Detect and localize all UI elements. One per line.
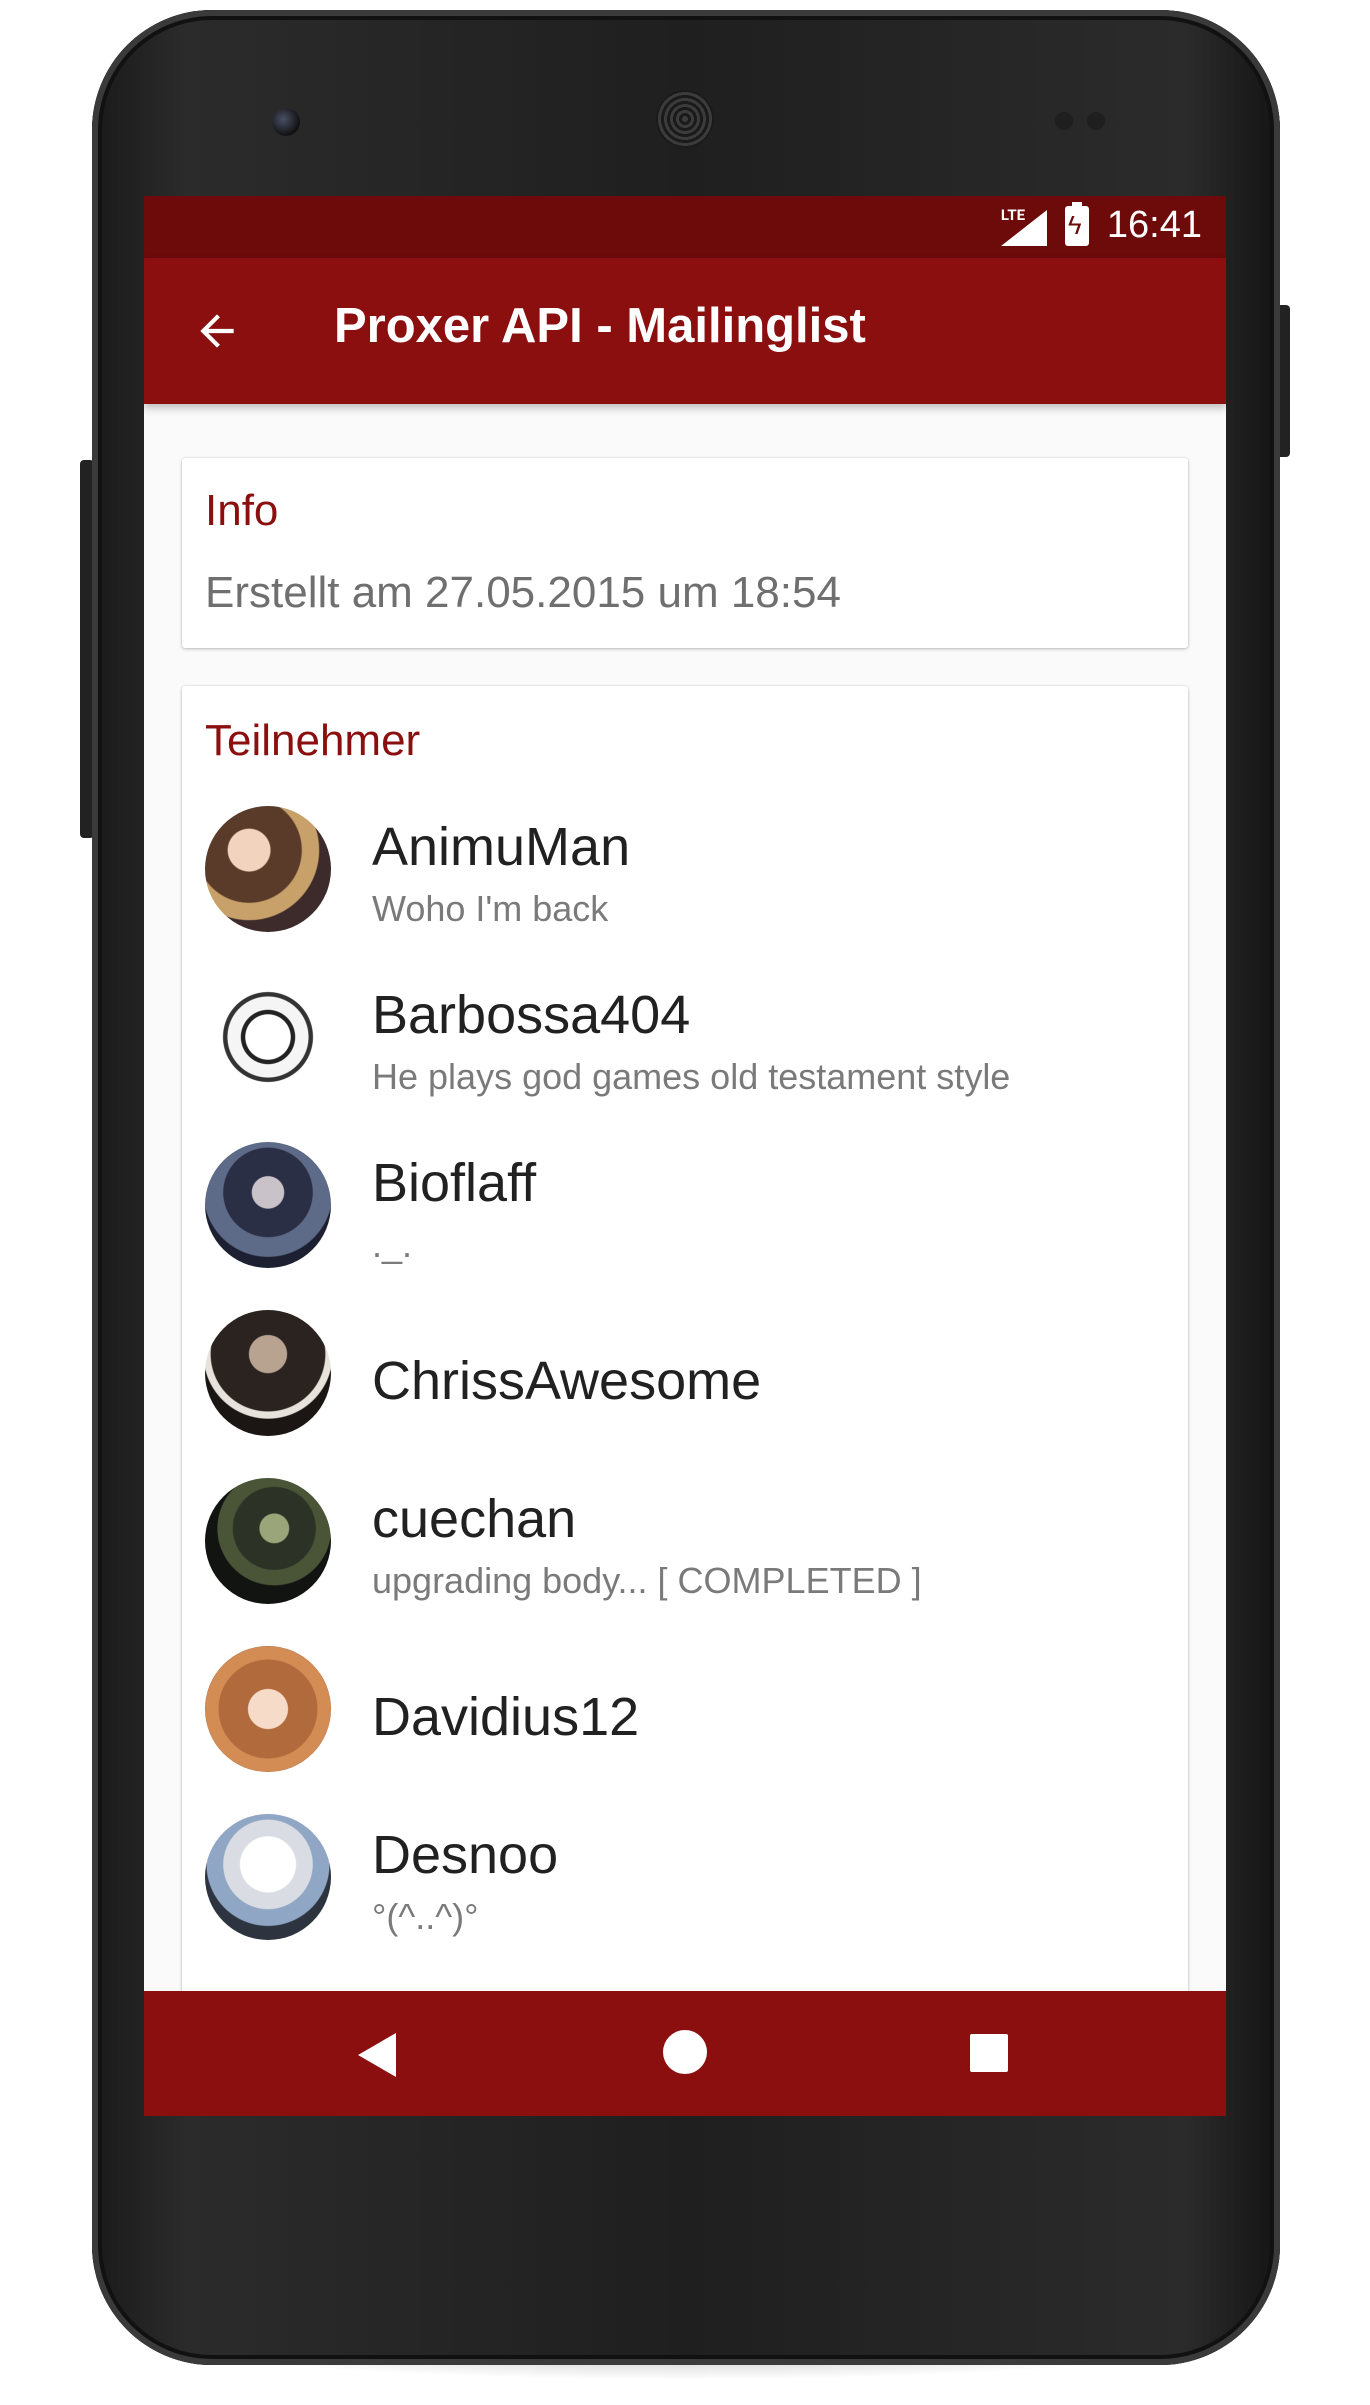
- avatar: [205, 1310, 331, 1436]
- status-time: 16:41: [1106, 204, 1202, 246]
- status-bar: LTE ϟ 16:41: [144, 196, 1226, 258]
- signal-icon: LTE: [1000, 205, 1047, 246]
- member-status: He plays god games old testament style: [372, 1056, 1011, 1097]
- members-heading: Teilnehmer: [205, 716, 421, 765]
- app-bar: Proxer API - Mailinglist: [144, 258, 1226, 404]
- nav-recents-icon[interactable]: [970, 2034, 1008, 2072]
- nav-home-icon[interactable]: [663, 2030, 707, 2074]
- info-card: Info Erstellt am 27.05.2015 um 18:54: [182, 458, 1188, 648]
- screen: LTE ϟ 16:41 Proxer API - Mailinglist Inf…: [144, 196, 1226, 2116]
- member-status: Woho I'm back: [372, 888, 609, 929]
- member-name: Barbossa404: [372, 985, 691, 1045]
- proximity-sensor: [1055, 112, 1073, 130]
- member-name: Desnoo: [372, 1825, 559, 1885]
- nav-back-icon[interactable]: [358, 2033, 396, 2077]
- avatar: [205, 1478, 331, 1604]
- avatar: [205, 1646, 331, 1772]
- member-name: cuechan: [372, 1489, 577, 1549]
- member-item-davidius12[interactable]: Davidius12: [182, 1646, 1188, 1814]
- avatar: [205, 1142, 331, 1268]
- member-status: upgrading body... [ COMPLETED ]: [372, 1560, 922, 1601]
- member-status: ._.: [372, 1224, 413, 1265]
- info-heading: Info: [205, 486, 279, 535]
- member-item-animuman[interactable]: AnimuMan Woho I'm back: [182, 806, 1188, 974]
- member-name: AnimuMan: [372, 817, 631, 877]
- member-item-bioflaff[interactable]: Bioflaff ._.: [182, 1142, 1188, 1310]
- member-name: ChrissAwesome: [372, 1351, 762, 1411]
- member-item-chrissawesome[interactable]: ChrissAwesome: [182, 1310, 1188, 1478]
- avatar: [205, 1814, 331, 1940]
- navigation-bar: [144, 1991, 1226, 2116]
- front-camera: [272, 108, 300, 136]
- member-name: Bioflaff: [372, 1153, 537, 1213]
- avatar: [205, 974, 331, 1100]
- member-status: °(^..^)°: [372, 1896, 479, 1937]
- battery-charging-icon: ϟ: [1064, 201, 1089, 246]
- page-title: Proxer API - Mailinglist: [334, 299, 866, 353]
- avatar: [205, 806, 331, 932]
- created-date: Erstellt am 27.05.2015 um 18:54: [205, 568, 841, 617]
- arrow-left-icon[interactable]: [192, 306, 242, 356]
- earpiece-speaker: [656, 90, 714, 148]
- light-sensor: [1087, 112, 1105, 130]
- network-type: LTE: [1000, 205, 1026, 224]
- member-item-barbossa404[interactable]: Barbossa404 He plays god games old testa…: [182, 974, 1188, 1142]
- members-card: Teilnehmer AnimuMan Woho I'm back Barbos…: [182, 686, 1188, 2116]
- member-name: Davidius12: [372, 1687, 640, 1747]
- member-item-desnoo[interactable]: Desnoo °(^..^)°: [182, 1814, 1188, 1982]
- member-item-cuechan[interactable]: cuechan upgrading body... [ COMPLETED ]: [182, 1478, 1188, 1646]
